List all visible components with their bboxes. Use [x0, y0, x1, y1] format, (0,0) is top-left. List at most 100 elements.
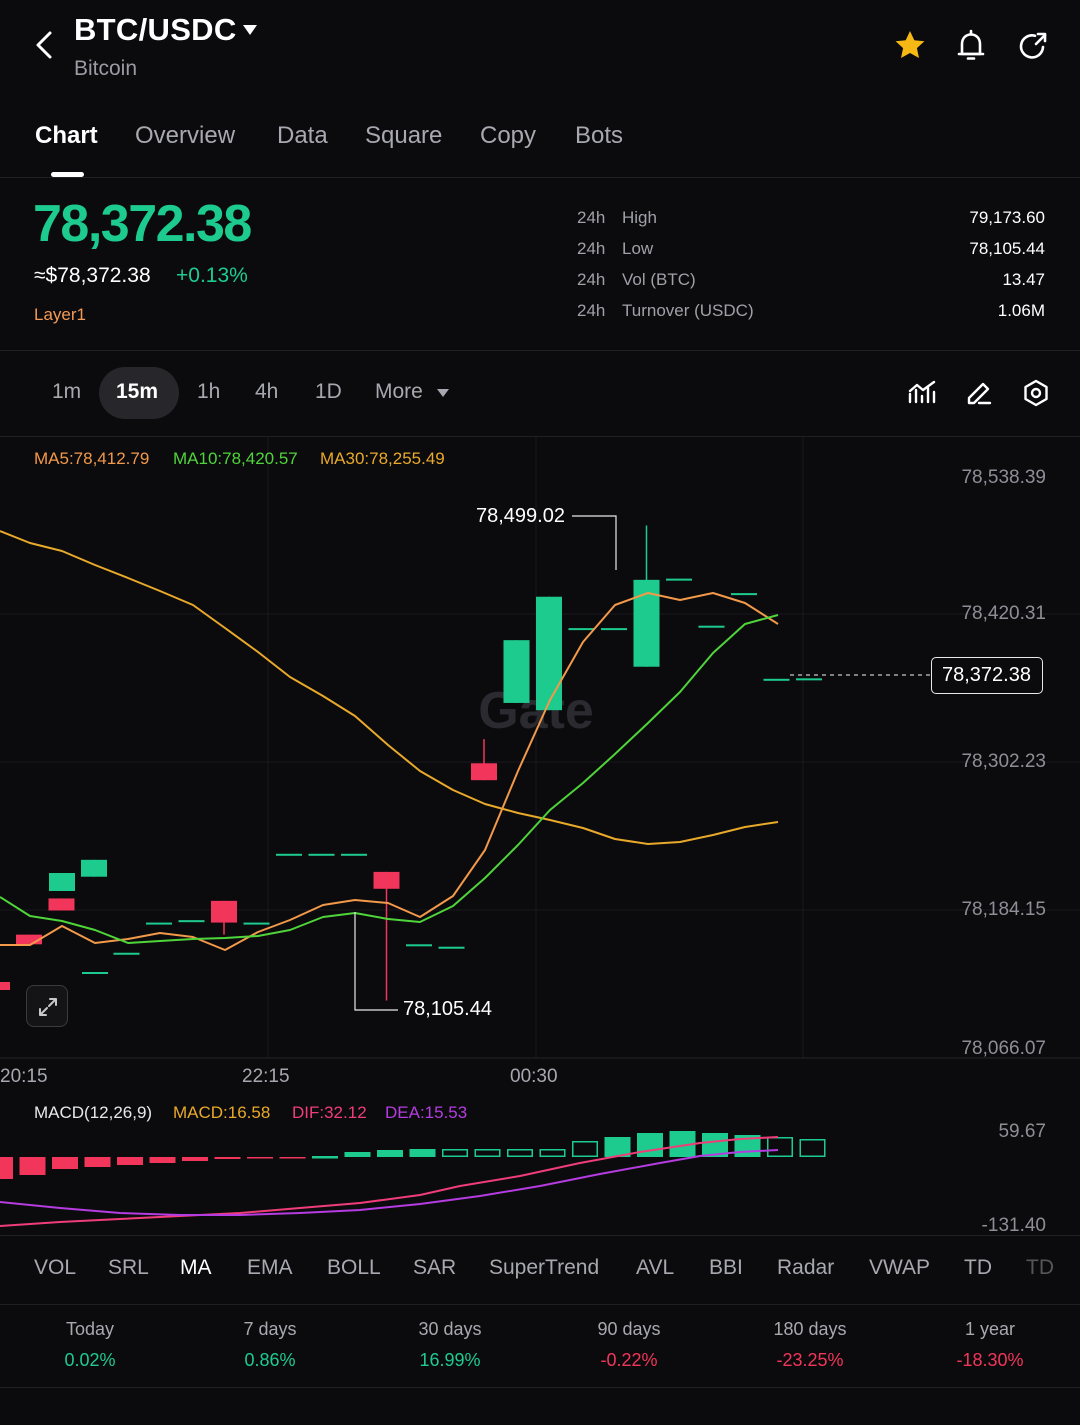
candle-body: [373, 871, 400, 889]
candle-body: [796, 678, 822, 681]
stat-period: 24h: [577, 239, 606, 258]
timeframe-1d[interactable]: 1D: [315, 380, 342, 404]
usd-price: ≈$78,372.38: [34, 264, 151, 287]
tab-square[interactable]: Square: [365, 122, 442, 150]
stat-label-vol: Vol (BTC): [622, 270, 696, 289]
tab-copy[interactable]: Copy: [480, 122, 536, 150]
price-axis-label: 78,302.23: [961, 751, 1046, 772]
candle-body: [211, 900, 237, 923]
last-price: 78,372.38: [33, 195, 252, 253]
macd-bar: [539, 1149, 566, 1157]
macd-axis-label: 59.67: [998, 1121, 1046, 1142]
tab-bots[interactable]: Bots: [575, 122, 623, 150]
macd-bar: [149, 1157, 176, 1163]
candle-body: [81, 859, 107, 877]
dea-value: DEA:15.53: [385, 1103, 468, 1122]
ma30-line: [0, 530, 779, 845]
indicator-td[interactable]: TD: [964, 1256, 992, 1280]
fullscreen-button[interactable]: [26, 985, 68, 1027]
macd-bar: [572, 1141, 598, 1157]
indicator-bbi[interactable]: BBI: [709, 1256, 743, 1280]
timeframe-1m[interactable]: 1m: [52, 380, 81, 404]
star-icon[interactable]: [890, 26, 930, 66]
tab-data[interactable]: Data: [277, 122, 328, 150]
draw-icon[interactable]: [964, 378, 994, 408]
macd-value: MACD:16.58: [173, 1103, 271, 1122]
high-leader-line: [572, 515, 617, 570]
indicator-radar[interactable]: Radar: [777, 1256, 834, 1280]
asset-name: Bitcoin: [74, 57, 138, 80]
tab-overview[interactable]: Overview: [135, 122, 235, 150]
candle-body: [146, 922, 172, 925]
ma10-legend: MA10:78,420.57: [173, 449, 298, 468]
indicator-boll[interactable]: BOLL: [327, 1256, 381, 1280]
perf-label-180d: 180 days: [773, 1319, 847, 1339]
candle-body: [308, 853, 335, 856]
indicator-icon[interactable]: [907, 378, 937, 408]
macd-bar: [799, 1139, 826, 1157]
timeframe-more[interactable]: More: [375, 380, 423, 404]
perf-value-today: 0.02%: [64, 1350, 116, 1370]
macd-bar: [0, 1157, 13, 1179]
stat-period: 24h: [577, 208, 606, 227]
timeframe-15m[interactable]: 15m: [116, 380, 158, 404]
tab-chart[interactable]: Chart: [35, 122, 98, 150]
back-icon[interactable]: [30, 28, 60, 62]
stat-label-turnover: Turnover (USDC): [622, 301, 754, 320]
stat-value-low: 78,105.44: [969, 239, 1045, 258]
candle-body: [763, 678, 790, 681]
candle-body: [731, 593, 757, 596]
indicator-ma[interactable]: MA: [180, 1256, 212, 1280]
timeframe-1h[interactable]: 1h: [197, 380, 220, 404]
macd-bar: [409, 1149, 436, 1157]
divider: [0, 1304, 1080, 1305]
stat-value-turnover: 1.06M: [997, 301, 1045, 320]
bell-icon[interactable]: [951, 26, 991, 66]
candle-body: [503, 640, 530, 703]
chevron-down-icon[interactable]: [242, 24, 258, 36]
macd-bar: [507, 1149, 533, 1157]
candle-body: [341, 853, 367, 856]
indicator-avl[interactable]: AVL: [636, 1256, 674, 1280]
candle-body: [82, 972, 108, 974]
indicator-srl[interactable]: SRL: [108, 1256, 149, 1280]
macd-legend: MACD(12,26,9): [34, 1103, 153, 1122]
share-icon[interactable]: [1012, 26, 1052, 66]
candle-body: [438, 946, 465, 949]
ma10-line: [0, 614, 779, 944]
macd-bar: [312, 1156, 338, 1159]
pair-title[interactable]: BTC/USDC: [74, 12, 237, 48]
candlestick-chart[interactable]: Gate: [0, 437, 1080, 1097]
dea-line: [0, 1149, 779, 1216]
last-price-marker-label: 78,372.38: [942, 664, 1031, 686]
stat-period: 24h: [577, 301, 606, 320]
macd-bar: [52, 1157, 78, 1169]
indicator-supertrend[interactable]: SuperTrend: [489, 1256, 599, 1280]
indicator-ema[interactable]: EMA: [247, 1256, 293, 1280]
macd-bar: [214, 1157, 241, 1159]
candle-body: [178, 920, 205, 923]
candle-body: [276, 853, 302, 856]
macd-bar: [377, 1150, 403, 1157]
candle-body: [601, 628, 627, 631]
chevron-down-icon[interactable]: [436, 388, 450, 398]
perf-value-30d: 16.99%: [419, 1350, 481, 1370]
timeframe-4h[interactable]: 4h: [255, 380, 278, 404]
settings-icon[interactable]: [1021, 378, 1051, 408]
indicator-td-2[interactable]: TD: [1026, 1256, 1054, 1280]
macd-bar: [19, 1157, 46, 1175]
macd-bar: [247, 1157, 273, 1159]
low-leader-line: [354, 912, 398, 1011]
time-axis-label: 00:30: [510, 1066, 558, 1087]
indicator-vol[interactable]: VOL: [34, 1256, 76, 1280]
indicator-sar[interactable]: SAR: [413, 1256, 456, 1280]
candle-body: [113, 952, 140, 955]
candle-body: [471, 763, 497, 781]
indicator-vwap[interactable]: VWAP: [869, 1256, 930, 1280]
price-axis-label: 78,420.31: [961, 603, 1046, 624]
perf-label-1y: 1 year: [964, 1319, 1016, 1339]
macd-chart[interactable]: [0, 1095, 1080, 1235]
category-tag[interactable]: Layer1: [34, 305, 86, 325]
stat-label-high: High: [622, 208, 657, 227]
last-price-marker[interactable]: 78,372.38: [931, 657, 1043, 694]
